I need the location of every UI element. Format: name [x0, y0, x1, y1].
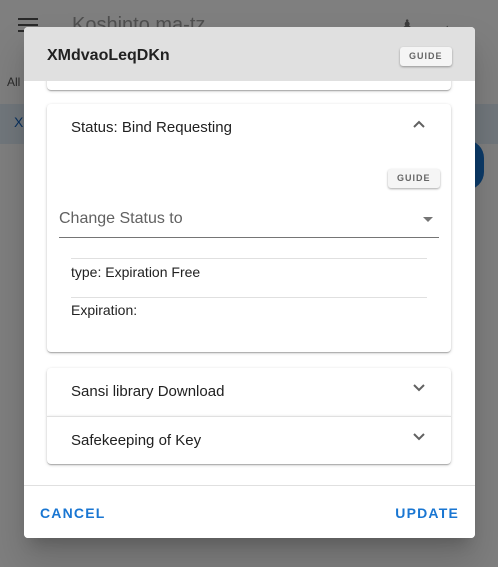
sansi-download-title: Sansi library Download: [71, 383, 225, 400]
status-guide-button[interactable]: GUIDE: [388, 169, 440, 188]
dialog-title: XMdvaoLeqDKn: [47, 47, 170, 64]
dropdown-arrow-icon: [423, 217, 433, 222]
cancel-button[interactable]: CANCEL: [40, 505, 106, 521]
edit-dialog: XMdvaoLeqDKn GUIDE Status: Bind Requesti…: [24, 27, 475, 538]
divider: [71, 258, 427, 259]
dialog-actions: CANCEL UPDATE: [24, 485, 475, 538]
change-status-select[interactable]: Change Status to: [59, 201, 439, 238]
expiration-text: Expiration:: [71, 302, 138, 318]
chevron-down-icon[interactable]: [413, 384, 425, 394]
divider: [71, 297, 427, 298]
update-button[interactable]: UPDATE: [395, 505, 459, 521]
chevron-down-icon[interactable]: [413, 433, 425, 443]
dialog-header: XMdvaoLeqDKn GUIDE: [24, 27, 475, 81]
chevron-up-icon[interactable]: [413, 120, 425, 130]
safekeeping-key-panel[interactable]: Safekeeping of Key: [47, 416, 451, 464]
previous-panel: [47, 81, 451, 90]
type-text: type: Expiration Free: [71, 264, 201, 280]
safekeeping-key-title: Safekeeping of Key: [71, 432, 202, 449]
status-panel: Status: Bind Requesting GUIDE Change Sta…: [47, 104, 451, 352]
guide-button[interactable]: GUIDE: [400, 47, 452, 66]
dialog-content[interactable]: Status: Bind Requesting GUIDE Change Sta…: [24, 81, 475, 485]
status-panel-title[interactable]: Status: Bind Requesting: [71, 119, 232, 136]
change-status-placeholder: Change Status to: [59, 210, 183, 227]
sansi-download-panel[interactable]: Sansi library Download: [47, 368, 451, 416]
